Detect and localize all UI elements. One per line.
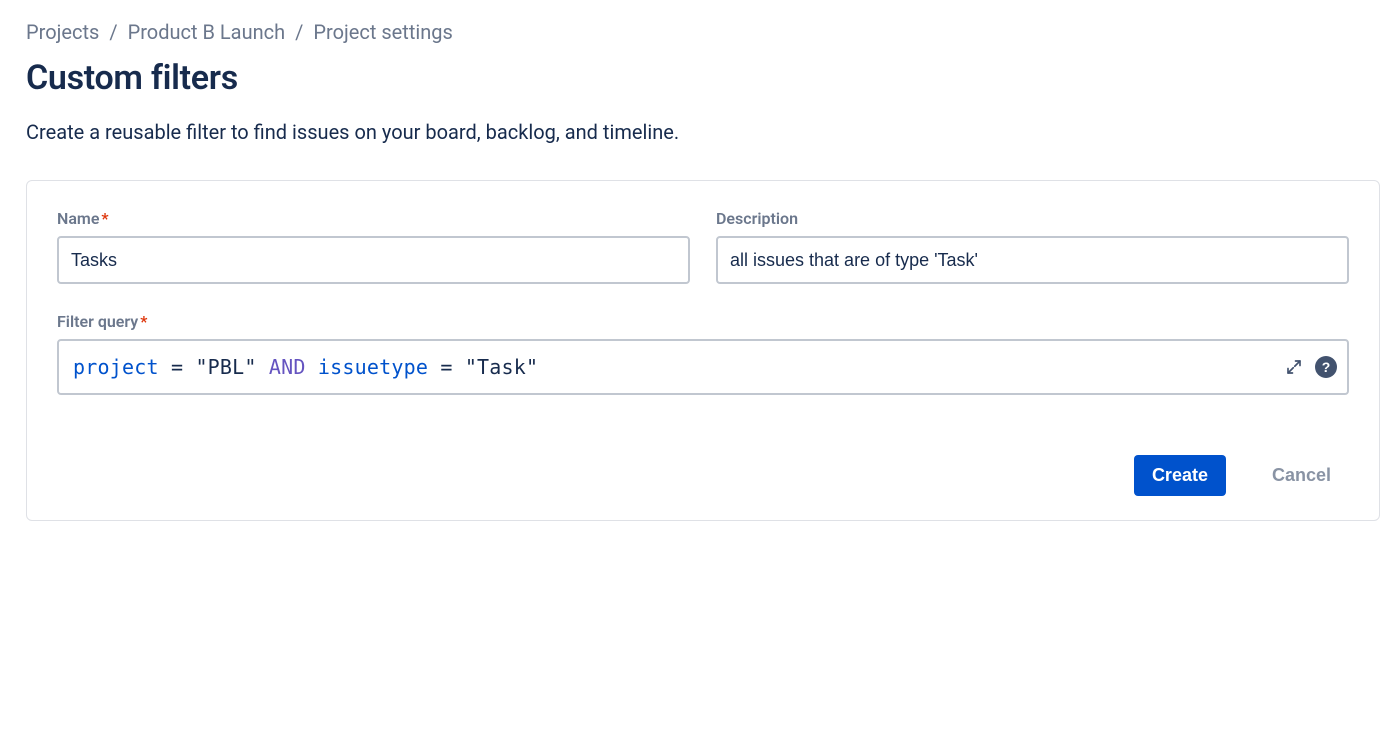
breadcrumb-link-projects[interactable]: Projects <box>26 20 99 44</box>
description-field: Description <box>716 209 1349 284</box>
filter-query-label: Filter query* <box>57 312 1349 331</box>
form-footer: Create Cancel <box>57 455 1349 496</box>
cancel-button[interactable]: Cancel <box>1254 455 1349 496</box>
breadcrumb-separator: / <box>291 20 307 44</box>
breadcrumb: Projects / Product B Launch / Project se… <box>26 20 1380 44</box>
description-input[interactable] <box>716 236 1349 284</box>
required-indicator: * <box>101 209 108 228</box>
description-label: Description <box>716 209 1349 228</box>
create-button[interactable]: Create <box>1134 455 1226 496</box>
page-description: Create a reusable filter to find issues … <box>26 120 1380 144</box>
required-indicator: * <box>140 312 147 331</box>
name-field: Name* <box>57 209 690 284</box>
help-icon[interactable]: ? <box>1315 356 1337 378</box>
filter-query-text: project = "PBL" AND issuetype = "Task" <box>73 355 538 379</box>
filter-query-input[interactable]: project = "PBL" AND issuetype = "Task" ? <box>57 339 1349 395</box>
page-title: Custom filters <box>26 58 1380 98</box>
breadcrumb-separator: / <box>105 20 121 44</box>
create-filter-card: Name* Description Filter query* project … <box>26 180 1380 521</box>
name-label: Name* <box>57 209 690 228</box>
breadcrumb-link-settings[interactable]: Project settings <box>313 20 452 44</box>
name-input[interactable] <box>57 236 690 284</box>
expand-icon[interactable] <box>1283 356 1305 378</box>
breadcrumb-link-project[interactable]: Product B Launch <box>128 20 286 44</box>
filter-query-field: Filter query* project = "PBL" AND issuet… <box>57 312 1349 395</box>
